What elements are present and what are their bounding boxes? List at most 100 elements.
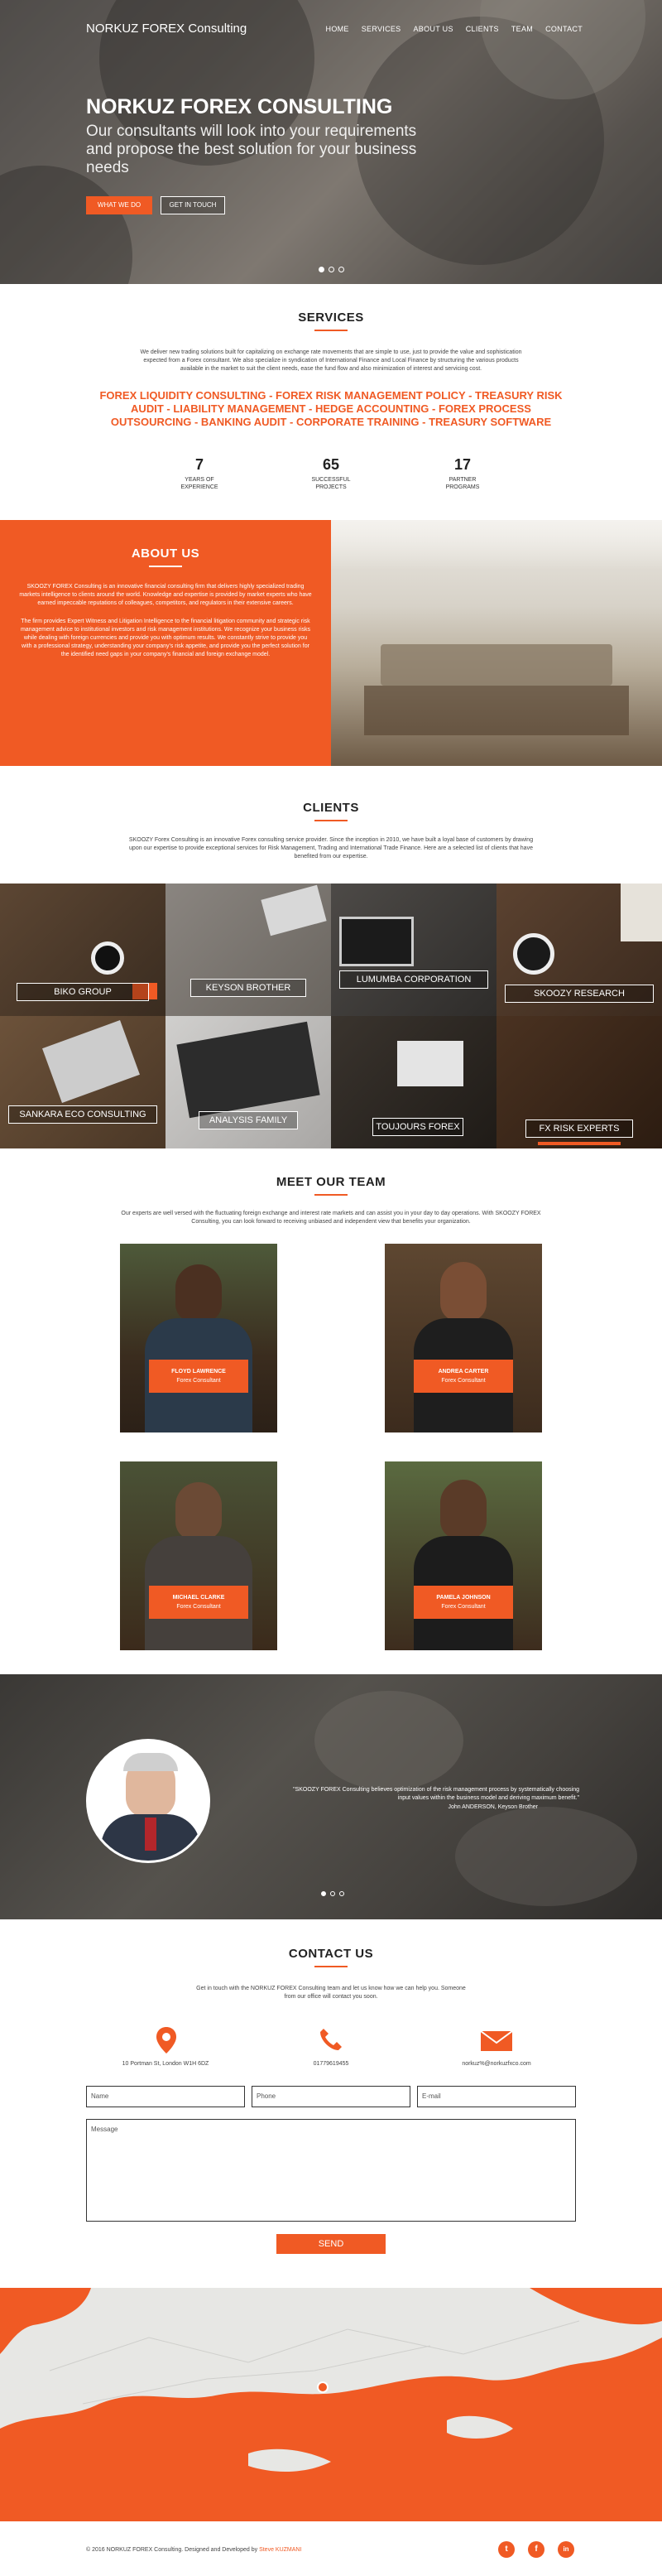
client-tile[interactable]: ANALYSIS FAMILY	[166, 1016, 331, 1148]
coffee-cup-shape	[91, 941, 124, 975]
team-section: MEET OUR TEAM Our experts are well verse…	[0, 1148, 662, 1674]
slide-dot[interactable]	[339, 1891, 344, 1896]
stat-projects: 65 SUCCESSFUL PROJECTS	[285, 456, 377, 491]
location-map[interactable]	[0, 2288, 662, 2521]
notebook-shape	[621, 884, 662, 941]
facebook-icon[interactable]: f	[528, 2541, 544, 2558]
linkedin-icon[interactable]: in	[558, 2541, 574, 2558]
person-head-shape	[440, 1262, 487, 1322]
contact-heading: CONTACT US	[288, 1947, 374, 1961]
phone-input[interactable]: Phone	[252, 2086, 410, 2107]
heading-underline	[149, 566, 182, 567]
person-head-shape	[175, 1264, 222, 1322]
nav-home[interactable]: HOME	[326, 25, 349, 33]
heading-underline	[314, 820, 348, 821]
contact-phone[interactable]: 01779619455	[265, 2060, 397, 2068]
client-tile[interactable]: SANKARA ECO CONSULTING	[0, 1016, 166, 1148]
nav-team[interactable]: TEAM	[511, 25, 533, 33]
member-name: ANDREA CARTER	[438, 1369, 489, 1375]
about-paragraph-2: The firm provides Expert Witness and Lit…	[20, 619, 311, 657]
stat-years: 7 YEARS OF EXPERIENCE	[154, 456, 245, 491]
laptop-shape	[397, 1041, 463, 1086]
client-label: SANKARA ECO CONSULTING	[8, 1105, 157, 1124]
contact-email[interactable]: norkuz%@norkuzfxco.com	[430, 2060, 563, 2068]
member-name: PAMELA JOHNSON	[436, 1595, 491, 1601]
team-card[interactable]: PAMELA JOHNSON Forex Consultant	[385, 1461, 542, 1650]
client-tile[interactable]: BIKO GROUP	[0, 884, 166, 1016]
nav-services[interactable]: SERVICES	[362, 25, 401, 33]
name-tag: ANDREA CARTER Forex Consultant	[414, 1360, 513, 1393]
client-label: BIKO GROUP	[17, 983, 149, 1001]
footer-author-link[interactable]: Steve KUZMANI	[259, 2547, 301, 2553]
email-input[interactable]: E-mail	[417, 2086, 576, 2107]
testimonial-avatar	[86, 1739, 210, 1863]
name-tag: FLOYD LAWRENCE Forex Consultant	[149, 1360, 248, 1393]
main-nav: HOME SERVICES ABOUT US CLIENTS TEAM CONT…	[326, 25, 583, 33]
stat-label: YEARS OF EXPERIENCE	[180, 477, 218, 490]
member-name: MICHAEL CLARKE	[172, 1595, 225, 1601]
person-head-shape	[175, 1482, 222, 1540]
keyboard-shape	[176, 1021, 320, 1119]
laptop-shape	[261, 884, 327, 937]
contact-heading-wrap: CONTACT US	[0, 1947, 662, 1967]
twitter-icon[interactable]: t	[498, 2541, 515, 2558]
about-panel: ABOUT US SKOOZY FOREX Consulting is an i…	[0, 520, 331, 766]
name-input[interactable]: Name	[86, 2086, 245, 2107]
footer: © 2016 NORKUZ FOREX Consulting. Designed…	[0, 2521, 662, 2576]
nav-about[interactable]: ABOUT US	[414, 25, 453, 33]
client-tile[interactable]: FX RISK EXPERTS	[496, 1016, 662, 1148]
client-label: ANALYSIS FAMILY	[199, 1111, 298, 1129]
heading-underline	[314, 330, 348, 331]
what-we-do-button[interactable]: WHAT WE DO	[86, 196, 152, 214]
about-section: ABOUT US SKOOZY FOREX Consulting is an i…	[0, 520, 662, 766]
slide-dot[interactable]	[338, 267, 344, 272]
client-tile[interactable]: SKOOZY RESEARCH	[496, 884, 662, 1016]
background-shape	[455, 1807, 637, 1906]
stat-value: 17	[453, 456, 472, 473]
team-card[interactable]: ANDREA CARTER Forex Consultant	[385, 1244, 542, 1432]
map-graphic	[0, 2288, 662, 2521]
nav-clients[interactable]: CLIENTS	[466, 25, 499, 33]
get-in-touch-button[interactable]: GET IN TOUCH	[161, 196, 225, 214]
active-underline	[538, 1142, 621, 1145]
testimonial-quote: "SKOOZY FOREX Consulting believes optimi…	[293, 1787, 579, 1801]
services-heading-wrap: SERVICES	[0, 311, 662, 331]
stat-label: SUCCESSFUL PROJECTS	[311, 477, 351, 490]
team-card[interactable]: FLOYD LAWRENCE Forex Consultant	[120, 1244, 277, 1432]
slide-dot[interactable]	[321, 1891, 326, 1896]
client-tile[interactable]: KEYSON BROTHER	[166, 884, 331, 1016]
member-role: Forex Consultant	[441, 1378, 486, 1384]
client-label: KEYSON BROTHER	[190, 979, 306, 997]
stat-value: 65	[322, 456, 340, 473]
brand-logo[interactable]: NORKUZ FOREX Consulting	[86, 22, 247, 36]
member-role: Forex Consultant	[176, 1378, 221, 1384]
team-heading: MEET OUR TEAM	[276, 1175, 386, 1189]
about-heading: ABOUT US	[131, 546, 200, 561]
background-shape	[314, 1691, 463, 1790]
client-tile[interactable]: LUMUMBA CORPORATION	[331, 884, 496, 1016]
stat-value: 7	[194, 456, 204, 473]
name-tag: MICHAEL CLARKE Forex Consultant	[149, 1586, 248, 1619]
testimonial-dots	[321, 1891, 344, 1896]
testimonial-author: John ANDERSON, Keyson Brother	[448, 1804, 538, 1810]
avatar-hair-shape	[123, 1753, 178, 1771]
team-intro: Our experts are well versed with the flu…	[121, 1211, 541, 1225]
clients-heading-wrap: CLIENTS	[0, 801, 662, 821]
clients-heading: CLIENTS	[303, 801, 359, 815]
slide-dot[interactable]	[319, 267, 324, 272]
team-card[interactable]: MICHAEL CLARKE Forex Consultant	[120, 1461, 277, 1650]
send-button[interactable]: SEND	[276, 2234, 386, 2254]
nav-contact[interactable]: CONTACT	[545, 25, 583, 33]
testimonial-section: "SKOOZY FOREX Consulting believes optimi…	[0, 1674, 662, 1919]
member-role: Forex Consultant	[441, 1604, 486, 1610]
slide-dot[interactable]	[330, 1891, 335, 1896]
hero-title: NORKUZ FOREX CONSULTING	[86, 95, 393, 118]
slide-dot[interactable]	[329, 267, 334, 272]
heading-underline	[314, 1194, 348, 1196]
footer-copyright: © 2016 NORKUZ FOREX Consulting. Designed…	[86, 2547, 258, 2553]
client-label: LUMUMBA CORPORATION	[339, 970, 488, 989]
client-tile[interactable]: TOUJOURS FOREX	[331, 1016, 496, 1148]
contact-intro: Get in touch with the NORKUZ FOREX Consu…	[196, 1986, 466, 2000]
message-textarea[interactable]: Message	[86, 2119, 576, 2222]
laptop-shape	[42, 1020, 140, 1103]
